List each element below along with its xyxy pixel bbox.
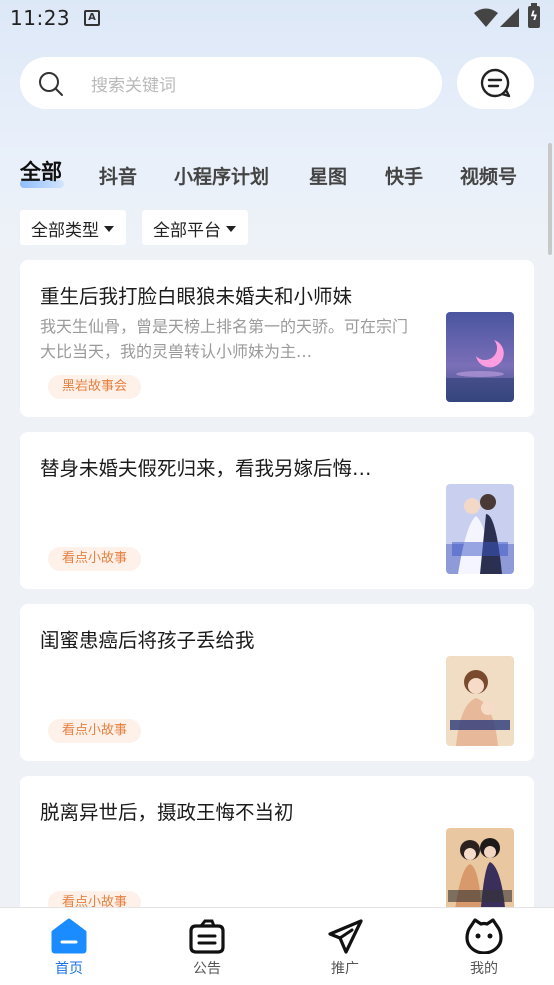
signal-icon: [500, 8, 519, 27]
story-source-tag: 看点小故事: [48, 547, 142, 571]
nav-home-label: 首页: [55, 961, 83, 977]
bottom-navigation: 首页 公告 推广 我的: [0, 907, 554, 985]
message-button[interactable]: [457, 57, 534, 109]
moon-night-cover: [446, 312, 514, 402]
tab-kuaishou[interactable]: 快手: [385, 162, 423, 189]
wifi-icon: [474, 8, 498, 27]
mother-child-cover: [446, 656, 514, 746]
notification-icon: A: [84, 10, 100, 26]
battery-icon: ϟ: [528, 3, 540, 28]
platform-filter-label: 全部平台: [153, 221, 221, 241]
nav-announcement[interactable]: 公告: [138, 908, 276, 985]
tab-douyin[interactable]: 抖音: [99, 162, 137, 189]
type-filter-label: 全部类型: [31, 221, 99, 241]
status-time: 11:23: [10, 6, 71, 30]
story-title: 闺蜜患癌后将孩子丢给我: [40, 629, 255, 652]
nav-profile[interactable]: 我的: [415, 908, 553, 985]
story-card[interactable]: 重生后我打脸白眼狼未婚夫和小师妹 我天生仙骨，曾是天榜上排名第一的天骄。可在宗门…: [20, 260, 534, 417]
nav-promote[interactable]: 推广: [276, 908, 414, 985]
platform-filter-dropdown[interactable]: 全部平台: [142, 210, 248, 245]
search-placeholder: 搜索关键词: [91, 76, 176, 96]
story-description: 我天生仙骨，曾是天榜上排名第一的天骄。可在宗门大比当天，我的灵兽转认小师妹为主…: [40, 317, 409, 361]
caret-down-icon: [226, 226, 236, 232]
story-card[interactable]: 闺蜜患癌后将孩子丢给我 看点小故事: [20, 604, 534, 761]
search-input[interactable]: 搜索关键词: [20, 57, 442, 109]
announcement-icon: [189, 919, 225, 954]
ancient-couple-cover: [446, 828, 514, 918]
tab-mini-program[interactable]: 小程序计划: [174, 162, 269, 189]
category-tabs: 全部 抖音 小程序计划 星图 快手 视频号: [20, 158, 554, 198]
tab-video-account[interactable]: 视频号: [460, 162, 517, 189]
type-filter-dropdown[interactable]: 全部类型: [20, 210, 126, 245]
status-bar: 11:23 A ϟ: [0, 0, 554, 38]
story-title: 脱离异世后，摄政王悔不当初: [40, 801, 294, 824]
story-title: 替身未婚夫假死归来，看我另嫁后悔…: [40, 457, 372, 480]
story-source-tag: 看点小故事: [48, 719, 142, 743]
story-title: 重生后我打脸白眼狼未婚夫和小师妹: [40, 285, 353, 308]
nav-profile-label: 我的: [470, 961, 498, 977]
nav-home[interactable]: 首页: [0, 908, 138, 985]
tab-xingtu[interactable]: 星图: [309, 162, 347, 189]
nav-announcement-label: 公告: [193, 961, 221, 977]
profile-face-icon: [465, 918, 503, 954]
story-card[interactable]: 替身未婚夫假死归来，看我另嫁后悔… 看点小故事: [20, 432, 534, 589]
caret-down-icon: [104, 226, 114, 232]
tab-all[interactable]: 全部: [20, 156, 62, 186]
wedding-couple-cover: [446, 484, 514, 574]
home-icon: [51, 918, 87, 954]
scrollbar[interactable]: [548, 143, 552, 255]
search-icon: [39, 72, 63, 96]
chat-bubble-icon: [480, 68, 511, 98]
story-source-tag: 黑岩故事会: [48, 375, 142, 399]
nav-promote-label: 推广: [331, 961, 359, 977]
paper-plane-icon: [328, 919, 363, 954]
